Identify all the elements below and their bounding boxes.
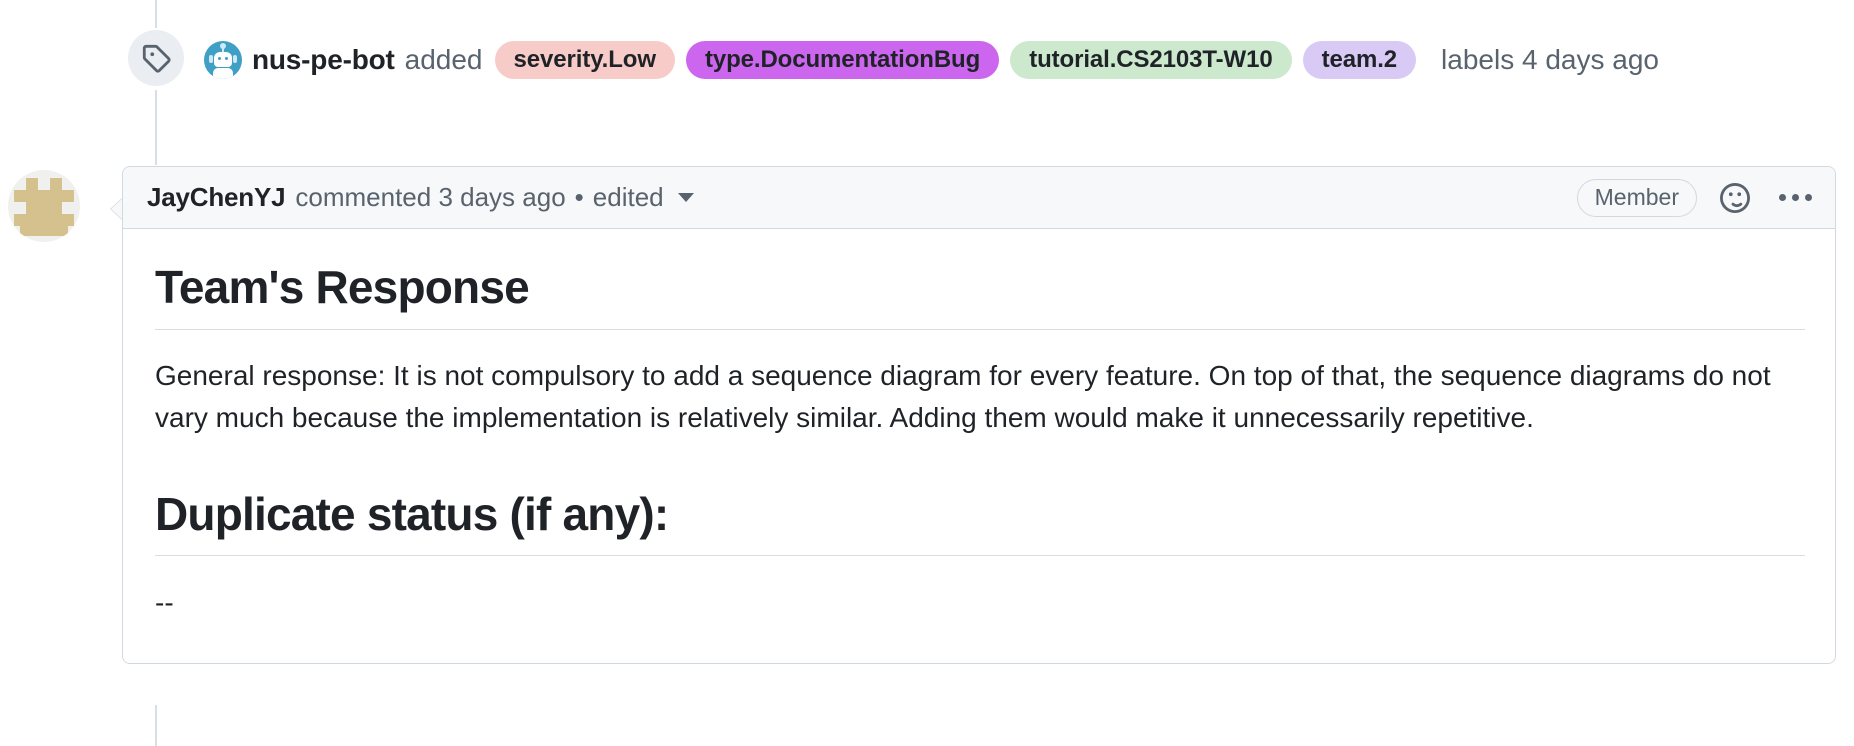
byline-separator: • (574, 182, 584, 212)
comment-byline: JayChenYJ commented 3 days ago • edited (147, 182, 694, 213)
comment-author[interactable]: JayChenYJ (147, 182, 286, 213)
comment-container: JayChenYJ commented 3 days ago • edited … (8, 166, 1836, 664)
comment-paragraph-general-response: General response: It is not compulsory t… (155, 359, 1771, 434)
comment-body: Team's Response General response: It is … (123, 229, 1835, 663)
status-badge: Member (1576, 178, 1697, 217)
comment-action: commented 3 days ago (295, 182, 566, 212)
comment-heading-team-response: Team's Response (155, 259, 1805, 330)
event-actor-name[interactable]: nus-pe-bot (252, 44, 395, 76)
label-team-2[interactable]: team.2 (1302, 41, 1417, 79)
smiley-icon[interactable] (1715, 178, 1755, 218)
kebab-menu-icon[interactable] (1773, 178, 1817, 218)
tag-icon (128, 30, 184, 86)
event-timestamp: labels 4 days ago (1441, 44, 1659, 75)
label-tutorial-cs2103t-w10[interactable]: tutorial.CS2103T-W10 (1010, 41, 1292, 79)
comment-box: JayChenYJ commented 3 days ago • edited … (122, 166, 1836, 664)
timeline-event-content: nus-pe-bot added severity.Low type.Docum… (204, 22, 1659, 98)
label-type-documentationbug[interactable]: type.DocumentationBug (685, 41, 1000, 79)
event-verb: added (404, 44, 483, 75)
issue-timeline-page: nus-pe-bot added severity.Low type.Docum… (0, 0, 1854, 746)
bot-avatar[interactable] (204, 41, 242, 79)
comment-edited-label[interactable]: edited (593, 182, 664, 213)
avatar[interactable] (8, 170, 80, 242)
comment-header-actions: Member (1576, 178, 1817, 218)
chevron-down-icon[interactable] (677, 193, 694, 202)
comment-heading-duplicate-status: Duplicate status (if any): (155, 486, 1805, 557)
comment-paragraph-duplicate-value: -- (155, 587, 174, 619)
label-severity-low[interactable]: severity.Low (494, 41, 675, 79)
comment-header: JayChenYJ commented 3 days ago • edited … (123, 167, 1835, 229)
